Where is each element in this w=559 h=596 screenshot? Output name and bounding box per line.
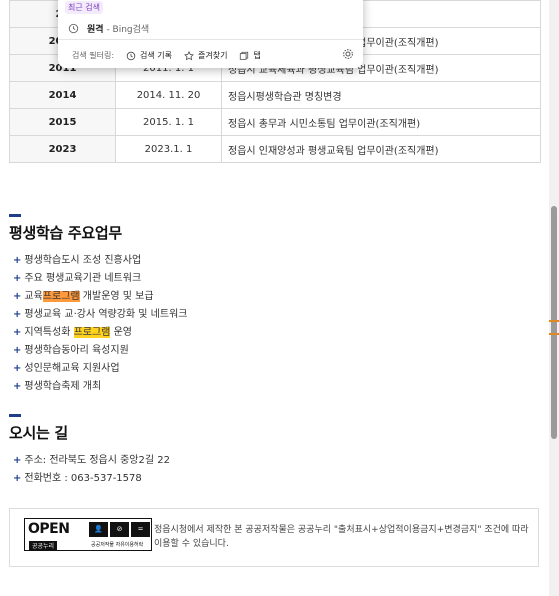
plus-icon: + [13,345,22,356]
scrollbar-thumb[interactable] [551,206,557,439]
task-text: 평생학습도시 조성 진흥사업 [24,255,142,266]
plus-icon: + [13,273,22,284]
year-cell: 2023 [9,135,116,163]
year-cell: 2015 [9,108,116,136]
task-text: 교육 [24,291,43,302]
find-match-marker [549,320,559,322]
recent-search-query: 원격 [87,25,104,35]
filter-tabs-button[interactable]: 탭 [239,50,261,61]
list-item: + 평생학습동아리 육성지원 [13,342,187,360]
task-text: 평생교육 교·강사 역량강화 및 네트워크 [24,309,188,320]
plus-icon: + [13,255,22,266]
year-cell: 2014 [9,81,116,109]
recent-search-item[interactable]: 원격 - Bing검색 [68,22,149,35]
section-accent-bar [9,414,21,417]
filter-label: 검색 필터링: [72,51,115,60]
date-cell: 2023.1. 1 [115,135,222,163]
list-item: + 교육프로그램 개발운영 및 보급 [13,288,187,306]
search-history-popup: 최근 검색 원격 - Bing검색 검색 필터링: 검색 기록 즐겨찾기 탭 [58,0,363,68]
open-license-logo: OPEN 공공누리 👤 ⊘ = 공공저작물 자유이용허락 [24,518,152,551]
task-text: 평생학습동아리 육성지원 [24,345,129,356]
task-text: 주요 평생교육기관 네트워크 [24,273,142,284]
table-row: 2023 2023.1. 1 정읍시 인재양성과 평생교육팀 업무이관(조직개편) [9,135,541,163]
tabs-icon [240,51,249,60]
phone-text: 전화번호 : 063-537-1578 [24,473,142,484]
task-text: 평생학습축제 개최 [24,381,102,392]
task-text: 지역특성화 [24,327,74,338]
find-highlight: 프로그램 [73,327,111,338]
find-highlight: 프로그램 [42,291,80,302]
description-cell: 정읍시 인재양성과 평생교육팀 업무이관(조직개편) [221,135,541,163]
list-item: + 주소: 전라북도 정읍시 중앙2길 22 [13,452,170,470]
popup-divider [58,39,363,40]
directions-list: + 주소: 전라북도 정읍시 중앙2길 22 + 전화번호 : 063-537-15… [13,452,170,488]
table-row: 2015 2015. 1. 1 정읍시 총무과 시민소통팀 업무이관(조직개편) [9,108,541,136]
plus-icon: + [13,473,22,484]
logo-open-text: OPEN [28,521,70,537]
history-icon [68,23,79,34]
gear-icon[interactable] [342,48,354,60]
noncommercial-icon: ⊘ [110,522,129,537]
date-cell: 2014. 11. 20 [115,81,222,109]
filter-history-button[interactable]: 검색 기록 [126,50,172,61]
filter-history-label: 검색 기록 [140,51,173,60]
list-item: + 주요 평생교육기관 네트워크 [13,270,187,288]
description-cell: 정읍시평생학습관 명칭변경 [221,81,541,109]
find-match-marker [549,333,559,335]
recent-search-label: 최근 검색 [65,1,103,14]
section-title-tasks: 평생학습 주요업무 [9,224,122,242]
date-cell: 2015. 1. 1 [115,108,222,136]
recent-search-source: - Bing검색 [106,25,150,35]
filter-tabs-label: 탭 [253,51,261,60]
logo-sub-text: 공공누리 [29,541,58,550]
list-item: + 평생교육 교·강사 역량강화 및 네트워크 [13,306,187,324]
description-cell: 정읍시 총무과 시민소통팀 업무이관(조직개편) [221,108,541,136]
history-icon [126,51,136,60]
task-text: 개발운영 및 보급 [79,291,154,302]
list-item: + 전화번호 : 063-537-1578 [13,470,170,488]
address-text: 주소: 전라북도 정읍시 중앙2길 22 [24,455,170,466]
list-item: + 평생학습도시 조성 진흥사업 [13,252,187,270]
logo-caption: 공공저작물 자유이용허락 [91,542,144,548]
table-row: 2014 2014. 11. 20 정읍시평생학습관 명칭변경 [9,81,541,109]
task-text: 운영 [110,327,132,338]
task-text: 성인문해교육 지원사업 [24,363,120,374]
plus-icon: + [13,381,22,392]
plus-icon: + [13,291,22,302]
plus-icon: + [13,455,22,466]
plus-icon: + [13,309,22,320]
list-item: + 성인문해교육 지원사업 [13,360,187,378]
no-derivatives-icon: = [131,522,150,537]
list-item: + 평생학습축제 개최 [13,378,187,396]
license-box: OPEN 공공누리 👤 ⊘ = 공공저작물 자유이용허락 정읍시청에서 제작한 … [9,508,539,567]
section-title-directions: 오시는 길 [9,424,68,442]
plus-icon: + [13,327,22,338]
plus-icon: + [13,363,22,374]
filter-favorites-button[interactable]: 즐겨찾기 [184,50,227,61]
task-list: + 평생학습도시 조성 진흥사업 + 주요 평생교육기관 네트워크 + 교육프로그램 개발… [13,252,187,396]
license-condition-icons: 👤 ⊘ = [89,522,150,537]
search-filter-bar: 검색 필터링: 검색 기록 즐겨찾기 탭 [72,50,261,61]
filter-favorites-label: 즐겨찾기 [198,51,228,60]
star-icon [184,50,194,60]
list-item: + 지역특성화 프로그램 운영 [13,324,187,342]
section-accent-bar [9,214,21,217]
attribution-icon: 👤 [89,522,108,537]
license-text: 정읍시청에서 제작한 본 공공저작물은 공공누리 "출처표시+상업적이용금지+변… [154,525,529,549]
